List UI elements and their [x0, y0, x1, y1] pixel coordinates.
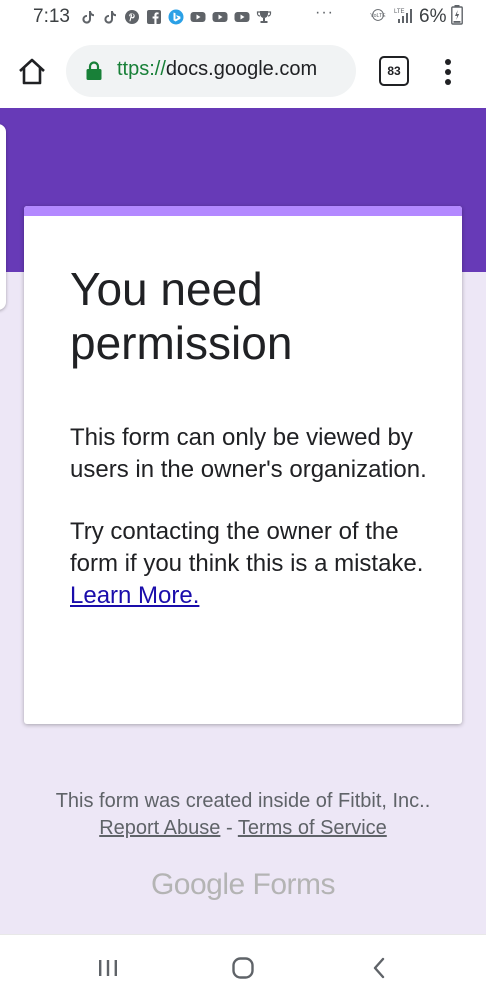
card-body: This form can only be viewed by users in… [70, 422, 432, 642]
created-by-text: This form was created inside of Fitbit, … [55, 790, 431, 812]
youtube-icon [234, 9, 250, 25]
pinterest-icon [124, 9, 140, 25]
tab-switcher-button[interactable]: 83 [379, 56, 409, 86]
url-scheme: ttps:// [117, 58, 166, 80]
recent-apps-button[interactable] [95, 955, 121, 981]
forms-wordmark: Forms [252, 868, 336, 901]
trophy-icon [256, 9, 272, 25]
terms-of-service-link[interactable]: Terms of Service [238, 817, 387, 839]
svg-text:LTE: LTE [394, 9, 405, 15]
home-nav-icon [232, 957, 254, 979]
permission-message: This form can only be viewed by users in… [70, 424, 427, 483]
notification-icons [80, 6, 272, 28]
bing-icon [168, 9, 184, 25]
browser-toolbar: ttps://docs.google.com 83 [0, 36, 486, 108]
footer-separator: - [225, 817, 233, 839]
menu-button[interactable] [436, 56, 460, 88]
more-notifications-icon: ··· [315, 4, 334, 21]
status-time: 7:13 [33, 6, 70, 27]
system-icons: VoLTE LTE 6% [367, 4, 464, 30]
battery-percent: 6% [419, 6, 447, 27]
tiktok-icon [80, 9, 96, 25]
page-content: You need permission This form can only b… [0, 108, 486, 934]
side-panel-handle[interactable] [0, 124, 6, 310]
facebook-icon [146, 9, 162, 25]
battery-icon [451, 4, 464, 30]
lock-icon [85, 60, 103, 82]
card-title: You need permission [70, 263, 293, 369]
form-footer: This form was created inside of Fitbit, … [30, 788, 456, 842]
status-bar: 7:13 ··· VoLTE LTE 6% [0, 0, 486, 36]
youtube-icon [212, 9, 228, 25]
learn-more-link[interactable]: Learn More. [70, 582, 199, 609]
tab-count: 83 [379, 56, 409, 86]
youtube-icon [190, 9, 206, 25]
volte-icon: VoLTE [367, 8, 389, 26]
more-vert-icon [445, 59, 451, 85]
back-icon [373, 957, 385, 979]
home-nav-button[interactable] [230, 955, 256, 981]
google-forms-logo[interactable]: Google Forms [0, 868, 486, 902]
svg-text:VoLTE: VoLTE [370, 13, 386, 19]
home-icon [19, 58, 45, 85]
url-text: ttps://docs.google.com [117, 58, 317, 81]
signal-icon: LTE [394, 6, 414, 29]
system-navigation-bar [0, 934, 486, 1000]
permission-hint-paragraph: Try contacting the owner of the form if … [70, 516, 432, 612]
url-bar[interactable]: ttps://docs.google.com [66, 45, 356, 97]
permission-hint: Try contacting the owner of the form if … [70, 518, 424, 577]
card-accent-bar [24, 206, 462, 216]
tiktok-icon [102, 9, 118, 25]
recents-icon [99, 960, 117, 976]
google-wordmark: Google [150, 868, 245, 901]
back-button[interactable] [367, 955, 393, 981]
report-abuse-link[interactable]: Report Abuse [99, 817, 220, 839]
home-button[interactable] [16, 56, 48, 88]
url-host: docs.google.com [165, 58, 318, 80]
permission-card: You need permission This form can only b… [24, 206, 462, 724]
